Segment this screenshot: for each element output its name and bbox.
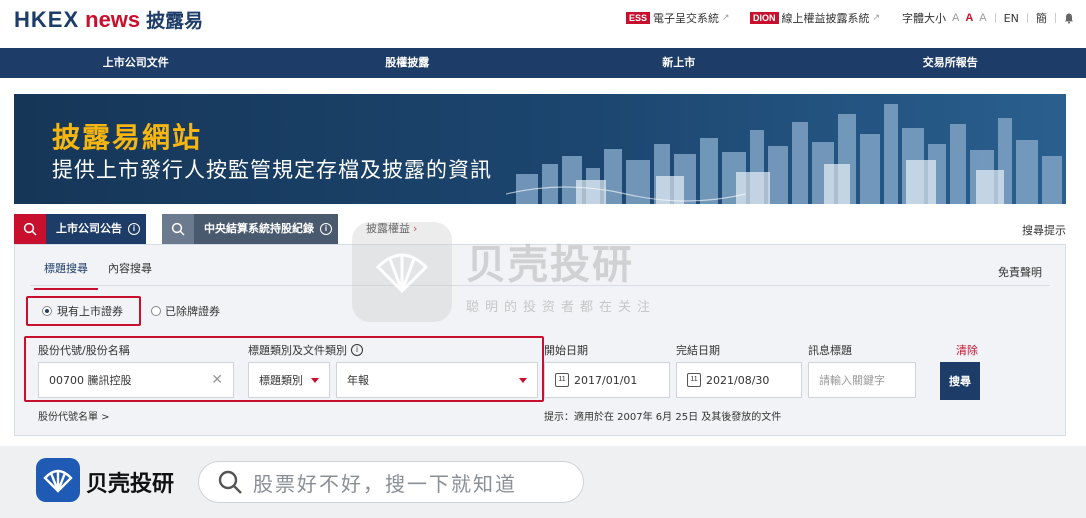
start-date-label: 開始日期	[544, 344, 588, 357]
external-link-icon: ↗	[872, 13, 881, 23]
font-size-medium[interactable]: A	[965, 12, 973, 24]
stock-code-label: 股份代號/股份名稱	[38, 344, 130, 357]
dion-label: 線上權益披露系統	[781, 12, 870, 25]
watermark-logo	[352, 222, 452, 322]
brand-search-text: 股票好不好，搜一下就知道	[253, 471, 517, 496]
nav-disclosure-of-interests[interactable]: 股權披露	[272, 48, 544, 78]
ess-badge: ESS	[626, 12, 651, 24]
end-date-label: 完結日期	[676, 344, 720, 357]
nav-exchange-reports[interactable]: 交易所報告	[815, 48, 1086, 78]
divider	[1026, 13, 1028, 23]
font-size-small[interactable]: A	[952, 12, 959, 24]
beike-logo[interactable]	[36, 458, 80, 502]
start-date-input[interactable]: 11 2017/01/01	[544, 362, 670, 398]
headline-category-value: 標題類別	[259, 374, 303, 387]
end-date-input[interactable]: 11 2021/08/30	[676, 362, 802, 398]
headline-category-select[interactable]: 標題類別	[248, 362, 330, 398]
radio-current-listed[interactable]: 現有上市證券	[26, 296, 141, 326]
info-icon[interactable]: i	[128, 223, 140, 235]
tab-ccass-shareholding[interactable]: 中央結算系統持股紀錄 i	[162, 214, 338, 244]
headline-keyword-input[interactable]: 請輸入關鍵字	[808, 362, 916, 398]
end-date-value: 2021/08/30	[706, 373, 770, 387]
brand-name: 贝壳投研	[86, 472, 175, 497]
stock-code-value: 00700 騰訊控股	[49, 374, 132, 387]
main-nav: 上市公司文件 股權披露 新上市 交易所報告	[0, 48, 1086, 78]
search-icon	[162, 214, 194, 244]
search-icon	[218, 470, 242, 494]
calendar-icon[interactable]: 11	[555, 373, 569, 387]
tab-label: 上市公司公告	[56, 222, 122, 235]
city-skyline-illustration	[506, 104, 1062, 204]
category-label-wrap: 標題類別及文件類別 i	[248, 342, 363, 358]
divider	[994, 13, 996, 23]
dion-badge: DION	[750, 12, 779, 24]
tab-label: 中央結算系統持股紀錄	[204, 222, 314, 235]
calendar-icon[interactable]: 11	[687, 373, 701, 387]
category-label: 標題類別及文件類別	[248, 344, 347, 357]
font-size-label: 字體大小	[902, 12, 946, 25]
radio-unselected[interactable]	[151, 306, 161, 316]
divider	[1054, 13, 1056, 23]
clear-icon[interactable]: ✕	[211, 372, 223, 388]
date-hint: 提示：適用於在 2007年 6月 25日 及其後發放的文件	[544, 412, 782, 423]
watermark-slogan: 聪明的投资者都在关注	[466, 300, 657, 315]
search-icon	[14, 214, 46, 244]
chevron-down-icon	[311, 377, 319, 383]
shell-icon	[43, 469, 73, 493]
stock-code-list-link[interactable]: 股份代號名單 >	[38, 408, 110, 423]
hero-banner: 披露易網站 提供上市發行人按監管規定存檔及披露的資訊	[14, 94, 1066, 204]
document-type-select[interactable]: 年報	[336, 362, 538, 398]
external-link-icon: ↗	[722, 13, 730, 23]
start-date-value: 2017/01/01	[574, 373, 638, 387]
clear-button[interactable]: 清除	[956, 342, 978, 358]
font-size-large[interactable]: A	[979, 12, 986, 24]
headline-label: 訊息標題	[808, 344, 852, 357]
ess-link[interactable]: ESS 電子呈交系統 ↗	[626, 10, 730, 26]
top-header: HKEX news 披露易 ESS 電子呈交系統 ↗ DION 線上權益披露系統…	[0, 0, 1086, 48]
search-button[interactable]: 搜尋	[940, 362, 980, 400]
headline-placeholder: 請輸入關鍵字	[819, 374, 885, 387]
banner-title: 披露易網站	[52, 121, 203, 154]
banner-subtitle: 提供上市發行人按監管規定存檔及披露的資訊	[52, 158, 492, 182]
radio-label: 現有上市證券	[57, 305, 123, 318]
watermark-brand: 贝壳投研	[466, 242, 634, 288]
radio-label: 已除牌證券	[165, 305, 220, 318]
brand-search-bar[interactable]: 股票好不好，搜一下就知道	[198, 461, 584, 503]
security-status-radios: 現有上市證券 已除牌證券	[26, 296, 220, 326]
ess-label: 電子呈交系統	[653, 12, 720, 25]
tab-listed-company-announcements[interactable]: 上市公司公告 i	[14, 214, 146, 244]
font-size-control: 字體大小 A A A EN 簡	[902, 10, 1074, 26]
nav-new-listings[interactable]: 新上市	[543, 48, 815, 78]
info-icon[interactable]: i	[320, 223, 332, 235]
chevron-down-icon	[519, 377, 527, 383]
shell-icon	[375, 253, 429, 294]
nav-listed-company-docs[interactable]: 上市公司文件	[0, 48, 272, 78]
logo-hkex: HKEX	[14, 7, 80, 32]
lang-sc-link[interactable]: 簡	[1036, 10, 1047, 26]
hkex-news-logo[interactable]: HKEX news 披露易	[14, 6, 203, 33]
stock-code-input[interactable]: 00700 騰訊控股 ✕	[38, 362, 234, 398]
document-type-value: 年報	[347, 374, 369, 387]
logo-cn: 披露易	[146, 10, 204, 32]
lang-en-link[interactable]: EN	[1004, 12, 1019, 25]
info-icon[interactable]: i	[351, 344, 363, 356]
dion-link[interactable]: DION 線上權益披露系統 ↗	[750, 10, 880, 26]
bell-icon[interactable]	[1064, 13, 1074, 24]
disclaimer-link[interactable]: 免責聲明	[998, 264, 1042, 280]
radio-delisted[interactable]: 已除牌證券	[151, 303, 220, 319]
radio-selected[interactable]	[42, 306, 52, 316]
logo-news: news	[85, 7, 141, 32]
search-tips-link[interactable]: 搜尋提示	[1022, 222, 1066, 238]
